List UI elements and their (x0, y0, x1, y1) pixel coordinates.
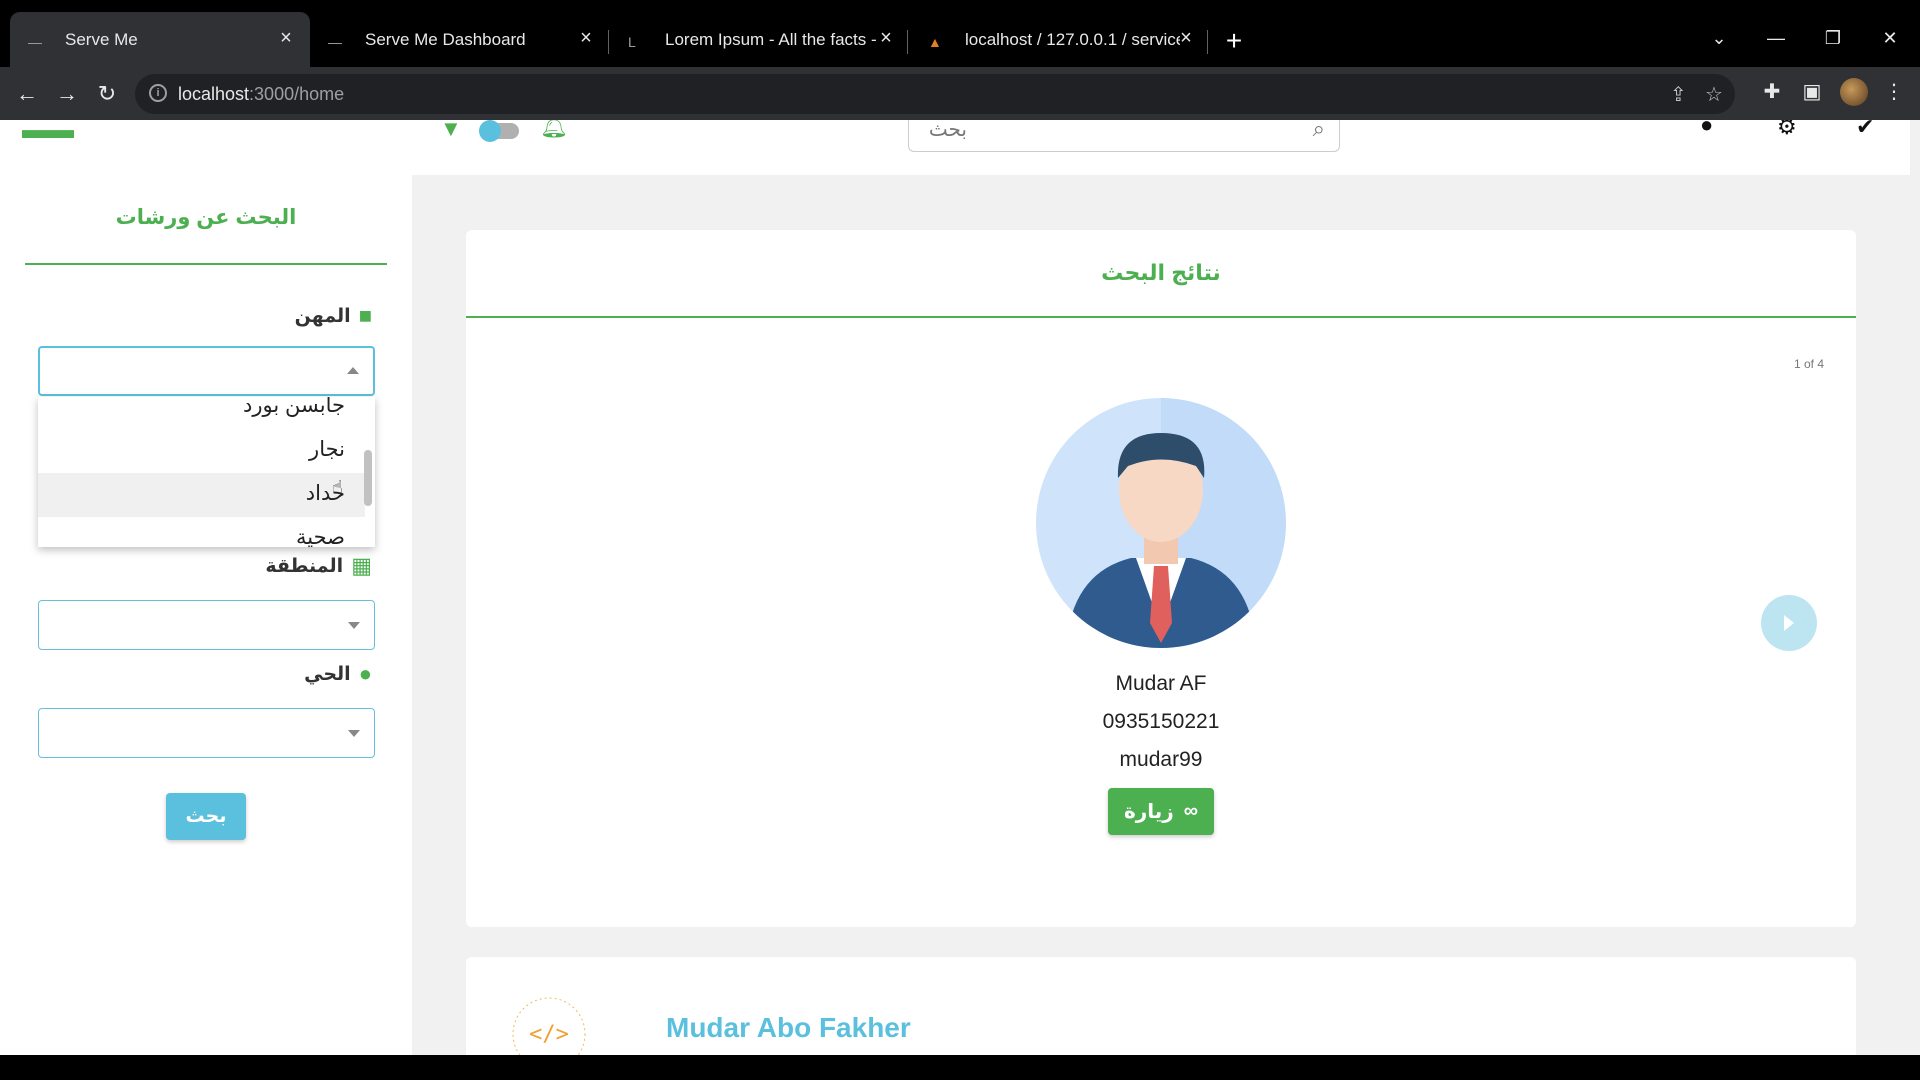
filter-icon[interactable]: ▼ (440, 120, 462, 142)
sidebar-divider (25, 263, 387, 265)
browser-window: — Serve Me × — Serve Me Dashboard × L Lo… (0, 0, 1920, 1080)
bell-icon[interactable]: 🔔︎ (540, 120, 568, 140)
region-label-text: المنطقة (265, 555, 344, 577)
tab-separator (907, 30, 908, 54)
check-circle-icon[interactable]: ✔ (1856, 120, 1874, 140)
url-host: localhost (178, 84, 250, 104)
forward-arrow-icon[interactable]: → (52, 79, 82, 109)
professions-label: المهن ■ (295, 303, 372, 329)
tab-strip: — Serve Me × — Serve Me Dashboard × L Lo… (0, 0, 1920, 67)
tab-title: Serve Me (65, 29, 138, 49)
map-pin-icon: ● (358, 661, 372, 686)
brand-logo[interactable]: ▬▬ (22, 120, 74, 145)
carousel-next-button[interactable] (1761, 595, 1817, 651)
taskbar-strip (0, 1055, 1920, 1080)
tab-favicon-icon: L (628, 34, 636, 50)
side-panel-icon[interactable]: ▣ (1798, 79, 1826, 104)
visit-button[interactable]: زيارة ∞ (1108, 788, 1214, 835)
tab-close-icon[interactable]: × (574, 26, 598, 50)
tab-favicon-icon: — (328, 34, 342, 50)
url-text[interactable]: localhost:3000/home (178, 84, 344, 105)
region-select[interactable] (38, 600, 375, 650)
professions-label-text: المهن (294, 305, 351, 327)
tab-close-icon[interactable]: × (874, 26, 898, 50)
tab-title: localhost / 127.0.0.1 / service_m (965, 29, 1180, 49)
workshop-logo: </> (512, 997, 586, 1055)
tab-favicon-icon: ▲ (928, 34, 942, 50)
district-select[interactable] (38, 708, 375, 758)
tab-favicon-icon: — (28, 34, 42, 50)
window-close-icon[interactable]: ✕ (1875, 28, 1905, 49)
new-tab-plus-icon[interactable]: + (1220, 27, 1248, 55)
sidebar-title: البحث عن ورشات (115, 206, 297, 229)
tab-close-icon[interactable]: × (274, 26, 298, 50)
professions-select[interactable] (38, 346, 375, 396)
link-icon: ∞ (1183, 800, 1199, 822)
district-label: الحي ● (304, 661, 372, 687)
kebab-menu-icon[interactable]: ⋮ (1880, 79, 1908, 104)
search-icon[interactable]: ⌕ (1313, 120, 1325, 142)
bookmark-star-icon[interactable]: ☆ (1705, 82, 1723, 107)
user-icon[interactable]: ● (1700, 120, 1713, 138)
visit-button-label: زيارة (1123, 801, 1174, 823)
profile-avatar-image (1036, 398, 1286, 648)
profile-phone: 0935150221 (1102, 710, 1220, 733)
url-path: :3000/home (249, 84, 345, 104)
district-label-text: الحي (304, 663, 351, 685)
theme-toggle[interactable] (479, 120, 519, 142)
profile-avatar[interactable] (1840, 78, 1868, 106)
chevron-down-icon (348, 730, 360, 737)
results-title: نتائج البحث (1101, 260, 1221, 285)
reload-icon[interactable]: ↻ (92, 79, 122, 109)
region-label: المنطقة ▦ (265, 553, 372, 579)
workshop-name[interactable]: Mudar Abo Fakher (666, 1012, 911, 1044)
tab-separator (1207, 30, 1208, 54)
tab-search-chevron-icon[interactable]: ⌄ (1704, 28, 1734, 49)
tab-close-icon[interactable]: × (1174, 26, 1198, 50)
search-sidebar: البحث عن ورشات المهن ■ المنطقة ▦ الحي ● (0, 175, 412, 1055)
tab-separator (608, 30, 609, 54)
tab-title: Lorem Ipsum - All the facts - Lip (665, 29, 880, 49)
address-bar[interactable]: i localhost:3000/home ⇪ ☆ (135, 74, 1735, 114)
carousel-pager: 1 of 4 (1793, 357, 1824, 371)
dropdown-option[interactable]: صحية (296, 525, 345, 547)
chevron-right-icon (1784, 615, 1794, 631)
share-icon[interactable]: ⇪ (1670, 82, 1687, 107)
browser-toolbar: ← → ↻ i localhost:3000/home ⇪ ☆ ✚ ▣ ⋮ (0, 67, 1920, 120)
results-card: نتائج البحث 1 of 4 Mudar AF 0935150221 m… (466, 230, 1856, 927)
profile-username: mudar99 (1119, 748, 1203, 771)
professions-dropdown-list: جابسن بورد نجار حداد صحية (38, 397, 375, 547)
chevron-up-icon (347, 367, 359, 374)
dropdown-scrollbar[interactable] (364, 450, 372, 506)
mouse-cursor-icon: ☝ (332, 477, 343, 497)
gear-icon[interactable]: ⚙ (1777, 120, 1797, 140)
toggle-knob (479, 120, 501, 142)
chevron-down-icon (348, 622, 360, 629)
minimize-icon[interactable]: — (1761, 28, 1791, 49)
tab-serve-me[interactable]: — Serve Me × (10, 12, 310, 67)
header-search-input[interactable]: بحث ⌕ (908, 120, 1340, 152)
dropdown-option[interactable]: جابسن بورد (243, 397, 345, 418)
search-placeholder: بحث (928, 120, 967, 141)
building-icon: ▦ (351, 553, 372, 578)
workshop-card[interactable]: </> Mudar Abo Fakher (466, 957, 1856, 1055)
briefcase-icon: ■ (358, 303, 372, 328)
restore-icon[interactable]: ❐ (1818, 28, 1848, 49)
tab-lorem-ipsum[interactable]: L Lorem Ipsum - All the facts - Lip × (610, 12, 910, 67)
svg-text:</>: </> (529, 1022, 569, 1047)
tab-title: Serve Me Dashboard (365, 29, 526, 49)
puzzle-icon[interactable]: ✚ (1758, 79, 1786, 104)
dropdown-option[interactable]: نجار (309, 437, 345, 462)
search-button[interactable]: بحث (166, 793, 246, 840)
page-viewport: ▬▬ ▼ 🔔︎ بحث ⌕ ● ⚙ ✔ البحث عن ورشات المهن… (0, 120, 1910, 1055)
app-header: ▬▬ ▼ 🔔︎ بحث ⌕ ● ⚙ ✔ (0, 120, 1910, 175)
site-info-icon[interactable]: i (149, 84, 167, 102)
tab-serve-me-dashboard[interactable]: — Serve Me Dashboard × (310, 12, 610, 67)
back-arrow-icon[interactable]: ← (12, 79, 42, 109)
page-scrollbar[interactable] (1910, 120, 1920, 1055)
profile-name: Mudar AF (1115, 672, 1207, 695)
results-divider (466, 316, 1856, 318)
tab-phpmyadmin[interactable]: ▲ localhost / 127.0.0.1 / service_m × (910, 12, 1210, 67)
